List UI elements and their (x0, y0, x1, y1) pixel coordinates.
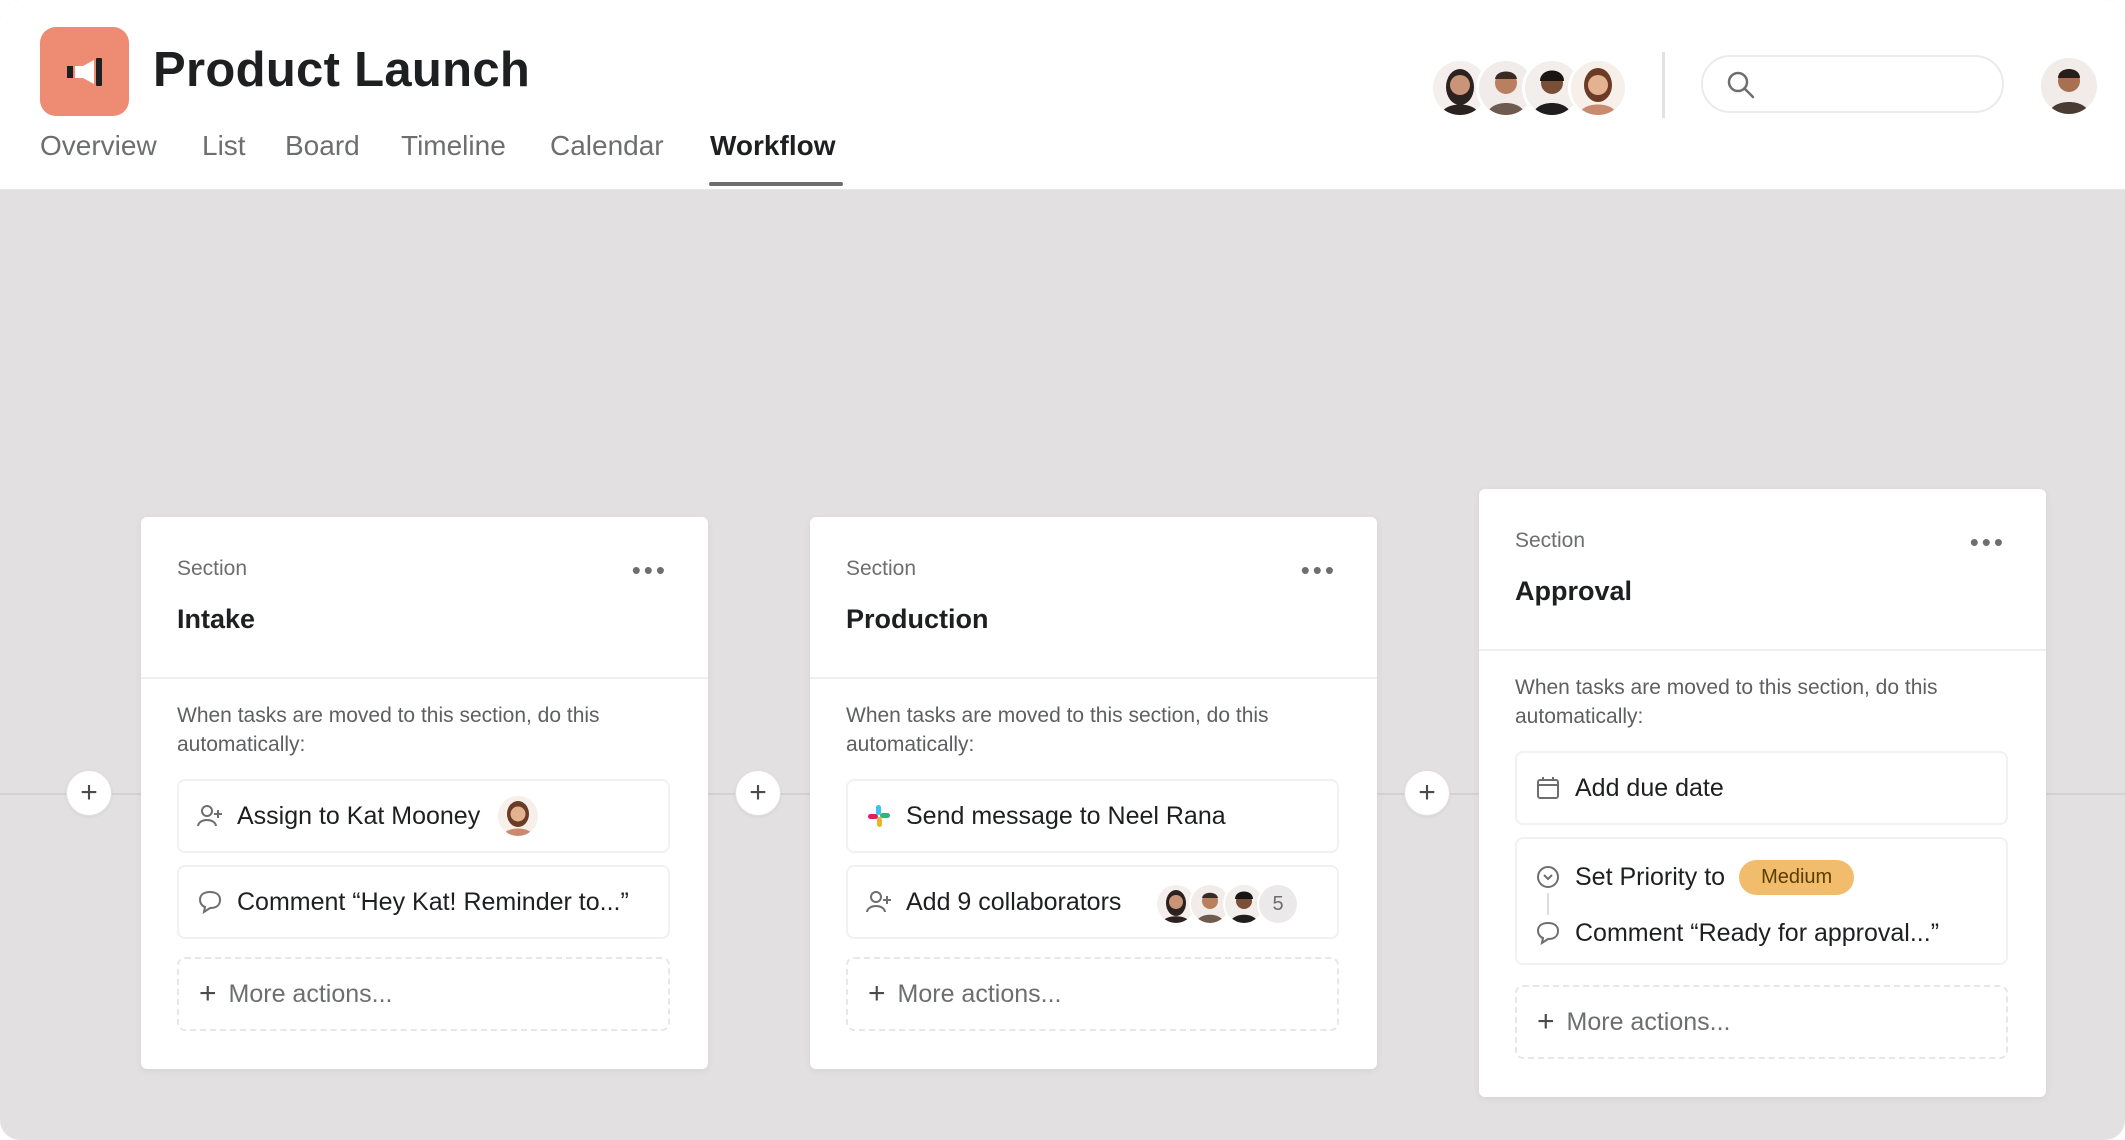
action-set-priority[interactable]: Set Priority to Medium (1517, 857, 1855, 897)
more-options-icon[interactable]: ••• (1301, 557, 1337, 583)
action-add-due-date[interactable]: Add due date (1515, 751, 2008, 825)
section-label: Section (177, 557, 248, 580)
more-options-icon[interactable]: ••• (632, 557, 668, 583)
tab-calendar[interactable]: Calendar (550, 130, 664, 162)
action-group-line (1547, 893, 1549, 915)
action-assign[interactable]: Assign to Kat Mooney (177, 779, 670, 853)
more-actions-button[interactable]: + More actions... (1515, 985, 2008, 1059)
add-section-button[interactable]: + (66, 770, 112, 816)
section-card-header: Section ••• Intake (141, 517, 708, 679)
project-header: Product Launch Overview List Board Timel… (0, 0, 2125, 190)
more-actions-label: More actions... (228, 979, 393, 1008)
rule-description: When tasks are moved to this section, do… (1515, 676, 1938, 728)
project-members[interactable] (1430, 58, 1630, 118)
action-group: Set Priority to Medium Comment “Ready fo… (1515, 837, 2008, 965)
section-name: Approval (1515, 576, 1633, 606)
section-card-header: Section ••• Production (810, 517, 1377, 679)
plus-icon: + (199, 977, 217, 1010)
tab-board[interactable]: Board (285, 130, 360, 162)
member-avatar[interactable] (1568, 58, 1628, 118)
tab-timeline[interactable]: Timeline (401, 130, 506, 162)
assign-user-icon (195, 801, 225, 831)
extra-collaborators-count: 5 (1257, 883, 1299, 925)
action-text: Send message to Neel Rana (906, 801, 1226, 830)
tab-list[interactable]: List (202, 130, 246, 162)
more-actions-button[interactable]: + More actions... (177, 957, 670, 1031)
plus-icon: + (868, 977, 886, 1010)
action-add-collaborators[interactable]: Add 9 collaborators 5 (846, 865, 1339, 939)
collaborators-icon (864, 887, 894, 917)
person-avatar-icon (1571, 61, 1625, 115)
app-window: Product Launch Overview List Board Timel… (0, 0, 2125, 1140)
comment-icon (1533, 918, 1563, 948)
comment-icon (195, 887, 225, 917)
section-name: Production (846, 604, 989, 634)
action-send-message[interactable]: Send message to Neel Rana (846, 779, 1339, 853)
person-avatar-icon (2041, 58, 2097, 114)
calendar-icon (1533, 773, 1563, 803)
search-input[interactable] (1765, 67, 1989, 103)
action-text: Comment “Ready for approval...” (1575, 918, 1940, 947)
action-text: Comment “Hey Kat! Reminder to...” (237, 887, 629, 916)
megaphone-icon (66, 57, 102, 86)
more-actions-label: More actions... (1566, 1007, 1731, 1036)
tab-overview[interactable]: Overview (40, 130, 157, 162)
action-text: Set Priority to (1575, 862, 1726, 891)
assignee-avatar (498, 796, 539, 836)
rule-description: When tasks are moved to this section, do… (177, 704, 600, 756)
action-text: Add due date (1575, 773, 1724, 802)
tab-workflow[interactable]: Workflow (710, 130, 835, 162)
section-card-intake: Section ••• Intake When tasks are moved … (141, 517, 708, 1069)
header-divider (1662, 52, 1665, 118)
section-name: Intake (177, 604, 256, 634)
search-icon (1727, 71, 1755, 99)
section-label: Section (846, 557, 917, 580)
section-label: Section (1515, 529, 1586, 552)
rule-description: When tasks are moved to this section, do… (846, 704, 1269, 756)
more-actions-label: More actions... (897, 979, 1062, 1008)
page-title: Product Launch (153, 43, 531, 97)
add-section-button[interactable]: + (735, 770, 781, 816)
action-comment[interactable]: Comment “Ready for approval...” (1517, 913, 1939, 953)
priority-icon (1533, 862, 1563, 892)
section-card-header: Section ••• Approval (1479, 489, 2046, 651)
more-options-icon[interactable]: ••• (1970, 529, 2006, 555)
slack-icon (864, 801, 894, 831)
action-text: Assign to Kat Mooney (237, 801, 481, 830)
add-section-button[interactable]: + (1404, 770, 1450, 816)
action-comment[interactable]: Comment “Hey Kat! Reminder to...” (177, 865, 670, 939)
project-logo[interactable] (40, 27, 129, 116)
collaborator-avatars: 5 (1155, 883, 1315, 925)
priority-tag: Medium (1739, 859, 1855, 895)
search-field[interactable] (1701, 55, 2004, 113)
more-actions-button[interactable]: + More actions... (846, 957, 1339, 1031)
action-text: Add 9 collaborators (906, 887, 1122, 916)
section-card-production: Section ••• Production When tasks are mo… (810, 517, 1377, 1069)
section-card-approval: Section ••• Approval When tasks are move… (1479, 489, 2046, 1097)
active-tab-indicator (709, 182, 843, 186)
plus-icon: + (1537, 1005, 1555, 1038)
current-user-avatar[interactable] (2041, 58, 2097, 114)
